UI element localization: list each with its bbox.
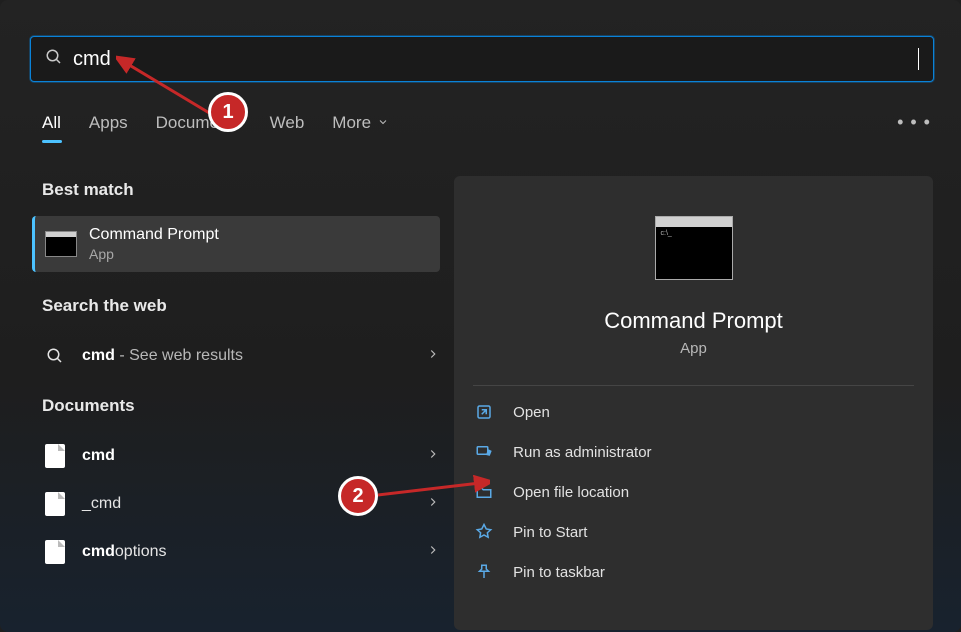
detail-title: Command Prompt xyxy=(604,308,783,334)
action-label: Pin to Start xyxy=(513,524,587,541)
web-result-text: cmd - See web results xyxy=(82,347,426,365)
web-result[interactable]: cmd - See web results xyxy=(42,332,440,380)
document-name: cmd xyxy=(82,447,426,465)
shield-admin-icon xyxy=(473,441,495,463)
tab-more[interactable]: More xyxy=(332,113,389,133)
document-result[interactable]: _cmd xyxy=(42,480,440,528)
search-input[interactable] xyxy=(73,48,922,71)
chevron-right-icon xyxy=(426,447,440,466)
pin-icon xyxy=(473,521,495,543)
cmd-icon xyxy=(45,231,77,257)
app-icon-large xyxy=(655,216,733,280)
action-pin-to-start[interactable]: Pin to Start xyxy=(473,512,914,552)
text-caret xyxy=(918,48,919,70)
folder-icon xyxy=(473,481,495,503)
document-result[interactable]: cmdoptions xyxy=(42,528,440,576)
overflow-menu-button[interactable]: • • • xyxy=(897,112,931,133)
tab-documents[interactable]: Documents xyxy=(156,113,242,133)
best-match-result[interactable]: Command Prompt App xyxy=(32,216,440,272)
results-column: Best match Command Prompt App Search the… xyxy=(42,180,440,576)
action-label: Run as administrator xyxy=(513,444,651,461)
tab-all[interactable]: All xyxy=(42,113,61,133)
action-open[interactable]: Open xyxy=(473,392,914,432)
file-icon xyxy=(42,492,68,516)
action-open-file-location[interactable]: Open file location xyxy=(473,472,914,512)
action-label: Pin to taskbar xyxy=(513,564,605,581)
section-best-match: Best match xyxy=(42,180,440,200)
tab-apps[interactable]: Apps xyxy=(89,113,128,133)
chevron-down-icon xyxy=(377,113,389,133)
action-list: Open Run as administrator Open file loca… xyxy=(473,392,914,592)
tab-more-label: More xyxy=(332,113,371,133)
chevron-right-icon xyxy=(426,543,440,562)
open-icon xyxy=(473,401,495,423)
section-web: Search the web xyxy=(42,296,440,316)
file-icon xyxy=(42,540,68,564)
section-documents: Documents xyxy=(42,396,440,416)
document-name: _cmd xyxy=(82,495,426,513)
document-name: cmdoptions xyxy=(82,543,426,561)
action-run-as-admin[interactable]: Run as administrator xyxy=(473,432,914,472)
filter-tabs: All Apps Documents Web More • • • xyxy=(42,112,931,133)
document-result[interactable]: cmd xyxy=(42,432,440,480)
action-label: Open file location xyxy=(513,484,629,501)
detail-subtitle: App xyxy=(680,340,707,357)
start-search-flyout: All Apps Documents Web More • • • Best m… xyxy=(0,0,961,632)
search-icon xyxy=(42,347,68,365)
chevron-right-icon xyxy=(426,495,440,514)
file-icon xyxy=(42,444,68,468)
best-match-subtitle: App xyxy=(89,246,219,262)
chevron-right-icon xyxy=(426,347,440,366)
best-match-title: Command Prompt xyxy=(89,226,219,244)
action-pin-to-taskbar[interactable]: Pin to taskbar xyxy=(473,552,914,592)
search-icon xyxy=(45,48,63,71)
divider xyxy=(473,385,914,386)
pin-taskbar-icon xyxy=(473,561,495,583)
detail-panel: Command Prompt App Open Run as administr… xyxy=(454,176,933,630)
tab-web[interactable]: Web xyxy=(270,113,305,133)
action-label: Open xyxy=(513,404,550,421)
search-box[interactable] xyxy=(30,36,934,82)
